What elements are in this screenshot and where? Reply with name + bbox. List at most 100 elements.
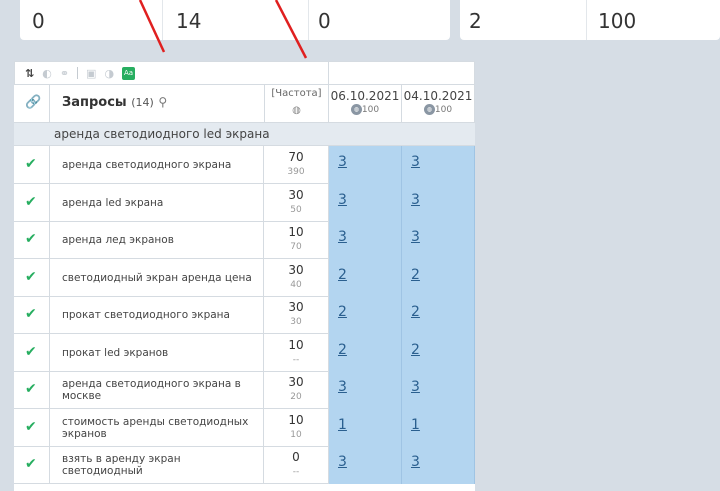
position-cell[interactable]: 3	[329, 183, 402, 222]
position-cell[interactable]: 3	[329, 446, 402, 484]
table-row[interactable]: ✔ аренда led экрана 30 50 3 3	[14, 183, 475, 222]
link-icon[interactable]: 🔗	[25, 95, 41, 110]
header-date-cell[interactable]: 04.10.2021 ◍ 100	[402, 85, 475, 123]
position-link[interactable]: 3	[338, 454, 347, 470]
link-icon[interactable]: ⚭	[60, 68, 69, 79]
check-cell[interactable]: ✔	[14, 446, 50, 484]
freq-cell: 10 70	[264, 221, 329, 259]
check-icon[interactable]: ✔	[25, 156, 37, 172]
check-cell[interactable]: ✔	[14, 258, 50, 297]
sort-icon[interactable]: ⇅	[25, 68, 34, 79]
header-queries-cell[interactable]: Запросы (14) ⚲	[50, 85, 264, 123]
check-icon[interactable]: ✔	[25, 194, 37, 210]
header-freq-cell[interactable]: [Частота] ◍	[264, 85, 329, 123]
table-row[interactable]: ✔ стоимость аренды светодиодных экранов 10…	[14, 408, 475, 447]
position-cell[interactable]: 2	[402, 333, 475, 372]
card-divider	[308, 0, 309, 40]
table-row[interactable]: ✔ аренда лед экранов 10 70 3 3	[14, 221, 475, 259]
check-icon[interactable]: ✔	[25, 419, 37, 435]
search-icon[interactable]: ⚲	[158, 95, 167, 109]
position-cell[interactable]: 2	[329, 333, 402, 372]
position-link[interactable]: 2	[411, 304, 420, 320]
position-cell[interactable]: 1	[329, 408, 402, 447]
summary-card-group-right: 2 100	[460, 0, 720, 40]
position-link[interactable]: 3	[411, 229, 420, 245]
query-cell[interactable]: прокат led экранов	[50, 333, 264, 372]
date-label[interactable]: 04.10.2021	[402, 89, 474, 103]
check-icon[interactable]: ✔	[25, 306, 37, 322]
check-cell[interactable]: ✔	[14, 371, 50, 409]
check-cell[interactable]: ✔	[14, 146, 50, 184]
queries-title-text: Запросы	[62, 95, 127, 110]
group-row[interactable]: аренда светодиодного led экрана	[14, 123, 475, 146]
position-link[interactable]: 2	[411, 342, 420, 358]
position-link[interactable]: 3	[338, 229, 347, 245]
image-icon[interactable]: ▣	[86, 68, 96, 79]
check-icon[interactable]: ✔	[25, 269, 37, 285]
position-link[interactable]: 3	[411, 379, 420, 395]
query-cell[interactable]: светодиодный экран аренда цена	[50, 258, 264, 297]
freq-sub-value: 70	[290, 242, 302, 252]
position-link[interactable]: 3	[338, 192, 347, 208]
position-cell[interactable]: 2	[402, 258, 475, 297]
query-text: аренда лед экранов	[62, 234, 174, 246]
freq-label[interactable]: [Частота]	[265, 88, 328, 99]
table-row[interactable]: ✔ прокат светодиодного экрана 30 30 2 2	[14, 296, 475, 334]
position-cell[interactable]: 3	[402, 183, 475, 222]
position-cell[interactable]: 2	[402, 296, 475, 334]
position-link[interactable]: 2	[338, 304, 347, 320]
query-cell[interactable]: аренда светодиодного экрана	[50, 146, 264, 184]
position-link[interactable]: 2	[411, 267, 420, 283]
position-link[interactable]: 2	[338, 267, 347, 283]
check-cell[interactable]: ✔	[14, 221, 50, 259]
position-cell[interactable]: 3	[329, 371, 402, 409]
freq-value: 30	[288, 262, 304, 277]
position-link[interactable]: 2	[338, 342, 347, 358]
position-link[interactable]: 3	[338, 154, 347, 170]
text-format-icon[interactable]: Aa	[122, 66, 136, 80]
summary-value: 0	[32, 9, 45, 33]
check-cell[interactable]: ✔	[14, 296, 50, 334]
position-link[interactable]: 1	[338, 417, 347, 433]
toggle-icon[interactable]: ◐	[42, 68, 52, 79]
position-cell[interactable]: 2	[329, 258, 402, 297]
position-cell[interactable]: 3	[402, 146, 475, 184]
query-cell[interactable]: аренда светодиодного экрана в москве	[50, 371, 264, 409]
position-cell[interactable]: 3	[402, 446, 475, 484]
position-cell[interactable]: 3	[329, 146, 402, 184]
contrast-icon[interactable]: ◑	[104, 68, 114, 79]
position-cell[interactable]: 3	[329, 221, 402, 259]
check-cell[interactable]: ✔	[14, 408, 50, 447]
check-icon[interactable]: ✔	[25, 231, 37, 247]
position-link[interactable]: 3	[411, 154, 420, 170]
position-cell[interactable]: 1	[402, 408, 475, 447]
query-cell[interactable]: стоимость аренды светодиодных экранов	[50, 408, 264, 447]
position-cell[interactable]: 3	[402, 371, 475, 409]
position-link[interactable]: 3	[411, 192, 420, 208]
date-label[interactable]: 06.10.2021	[329, 89, 401, 103]
table-row[interactable]: ✔ взять в аренду экран светодиодный 0 -- 3 3	[14, 446, 475, 484]
freq-value: 10	[288, 225, 304, 239]
check-cell[interactable]: ✔	[14, 183, 50, 222]
freq-cell: 30 20	[264, 371, 329, 409]
header-link-cell[interactable]: 🔗	[14, 85, 50, 123]
query-cell[interactable]: прокат светодиодного экрана	[50, 296, 264, 334]
query-cell[interactable]: аренда led экрана	[50, 183, 264, 222]
table-row[interactable]: ✔ светодиодный экран аренда цена 30 40 2 2	[14, 258, 475, 297]
summary-cards: 0 14 0 2 100	[0, 0, 720, 45]
query-cell[interactable]: взять в аренду экран светодиодный	[50, 446, 264, 484]
position-link[interactable]: 3	[338, 379, 347, 395]
check-cell[interactable]: ✔	[14, 333, 50, 372]
check-icon[interactable]: ✔	[25, 456, 37, 472]
table-row[interactable]: ✔ аренда светодиодного экрана 70 390 3 3	[14, 146, 475, 184]
position-cell[interactable]: 2	[329, 296, 402, 334]
position-link[interactable]: 3	[411, 454, 420, 470]
header-date-cell[interactable]: 06.10.2021 ◍ 100	[329, 85, 402, 123]
check-icon[interactable]: ✔	[25, 381, 37, 397]
check-icon[interactable]: ✔	[25, 344, 37, 360]
query-cell[interactable]: аренда лед экранов	[50, 221, 264, 259]
table-row[interactable]: ✔ аренда светодиодного экрана в москве 30 2…	[14, 371, 475, 409]
position-link[interactable]: 1	[411, 417, 420, 433]
table-row[interactable]: ✔ прокат led экранов 10 -- 2 2	[14, 333, 475, 372]
position-cell[interactable]: 3	[402, 221, 475, 259]
